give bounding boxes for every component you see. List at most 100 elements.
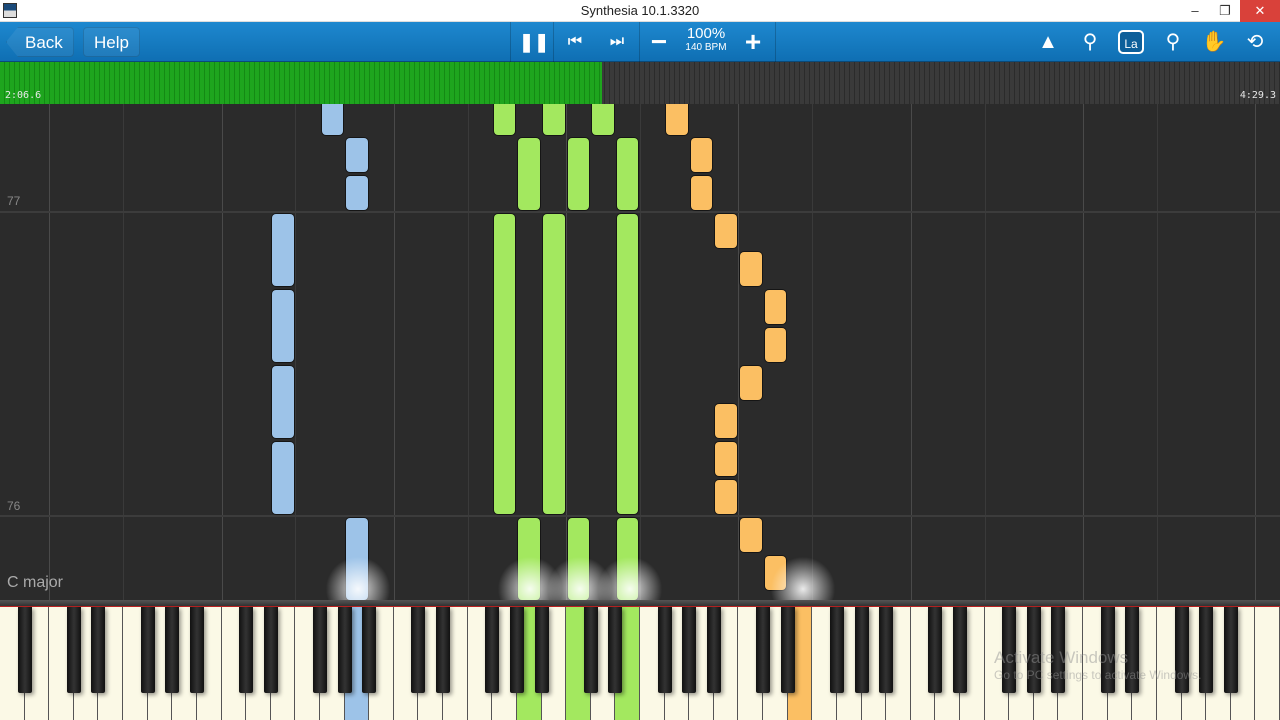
grid-line: [394, 104, 395, 600]
help-button[interactable]: Help: [83, 27, 140, 57]
black-key[interactable]: [485, 607, 500, 693]
black-key[interactable]: [534, 607, 549, 693]
divider: [775, 22, 776, 62]
black-key[interactable]: [140, 607, 155, 693]
black-key[interactable]: [165, 607, 180, 693]
black-key[interactable]: [411, 607, 426, 693]
note-green: [592, 104, 614, 135]
black-key[interactable]: [436, 607, 451, 693]
black-key[interactable]: [583, 607, 598, 693]
note-blue: [346, 138, 368, 173]
note-orange: [715, 442, 737, 477]
note-blue: [272, 442, 294, 515]
black-key[interactable]: [313, 607, 327, 693]
grid-line: [738, 104, 739, 600]
black-key[interactable]: [608, 607, 623, 693]
bookmark-icon[interactable]: ⚲: [1160, 30, 1186, 54]
black-key[interactable]: [1223, 607, 1238, 693]
black-key[interactable]: [706, 607, 721, 693]
note-label-icon[interactable]: La: [1118, 30, 1144, 54]
black-key[interactable]: [928, 607, 943, 693]
progress-fill: [0, 62, 602, 104]
grid-line: [468, 104, 469, 600]
watermark-title: Activate Windows: [994, 648, 1129, 667]
note-green: [567, 138, 590, 211]
minimize-button[interactable]: –: [1180, 0, 1210, 22]
close-button[interactable]: ✕: [1240, 0, 1280, 22]
faster-icon[interactable]: +: [740, 28, 766, 56]
black-key[interactable]: [189, 607, 204, 693]
black-key[interactable]: [780, 607, 795, 693]
note-orange: [715, 404, 737, 439]
grid-line: [1157, 104, 1158, 600]
grid-line: [49, 104, 50, 600]
note-orange: [739, 518, 762, 553]
previous-icon[interactable]: ⏮: [562, 30, 588, 54]
black-key[interactable]: [854, 607, 869, 693]
slower-icon[interactable]: −: [646, 28, 672, 56]
hand-icon[interactable]: ✋: [1201, 30, 1227, 54]
song-progress-bar[interactable]: 2:06.6 4:29.3: [0, 62, 1280, 104]
note-green: [493, 104, 516, 135]
grid-line: [222, 104, 223, 600]
keyboard-rail: [0, 600, 1280, 607]
key-glow: [595, 554, 665, 600]
note-orange: [690, 176, 713, 211]
black-key[interactable]: [239, 607, 254, 693]
black-key[interactable]: [953, 607, 967, 693]
white-key[interactable]: [1255, 607, 1280, 720]
measure-line: [0, 515, 1280, 517]
black-key[interactable]: [263, 607, 278, 693]
grid-line: [1083, 104, 1084, 600]
restore-button[interactable]: ❐: [1210, 0, 1240, 22]
note-blue: [346, 176, 368, 211]
current-time: 2:06.6: [5, 90, 42, 101]
note-orange: [739, 252, 762, 287]
grid-line: [812, 104, 813, 600]
key-glow: [323, 554, 393, 600]
note-green: [518, 138, 541, 211]
toolbar: Back Help ❚❚ ⏮ ⏭ − 100% 140 BPM + ▲ ⚲ La…: [0, 22, 1280, 62]
divider: [639, 22, 640, 62]
black-key[interactable]: [17, 607, 32, 693]
total-time: 4:29.3: [1239, 90, 1276, 101]
grid-line: [911, 104, 912, 600]
pause-icon[interactable]: ❚❚: [519, 30, 549, 54]
note-green: [543, 214, 565, 515]
next-icon[interactable]: ⏭: [604, 30, 630, 54]
watermark-subtitle: Go to PC settings to activate Windows.: [994, 668, 1202, 682]
zoom-icon[interactable]: ⚲: [1077, 30, 1103, 54]
speed-display: 100% 140 BPM: [680, 25, 732, 54]
note-blue: [272, 290, 294, 363]
black-key[interactable]: [362, 607, 377, 693]
note-green: [616, 214, 639, 515]
metronome-icon[interactable]: ▲: [1035, 30, 1061, 54]
black-key[interactable]: [91, 607, 106, 693]
note-playfield: 77 76 C major: [0, 104, 1280, 600]
black-key[interactable]: [657, 607, 672, 693]
measure-number: 76: [7, 499, 21, 513]
divider: [553, 22, 554, 62]
note-green: [543, 104, 565, 135]
note-orange: [690, 138, 713, 173]
activate-windows-watermark: Activate Windows Go to PC settings to ac…: [994, 648, 1201, 682]
black-key[interactable]: [879, 607, 894, 693]
note-orange: [715, 214, 737, 249]
black-key[interactable]: [337, 607, 352, 693]
black-key[interactable]: [829, 607, 844, 693]
speed-percent: 100%: [686, 25, 726, 42]
grid-line: [640, 104, 641, 600]
tempo: 140 BPM: [685, 42, 727, 53]
black-key[interactable]: [509, 607, 524, 693]
note-orange: [739, 366, 762, 401]
black-key[interactable]: [66, 607, 81, 693]
black-key[interactable]: [682, 607, 697, 693]
grid-line: [123, 104, 124, 600]
back-button[interactable]: Back: [6, 27, 74, 57]
note-orange: [666, 104, 688, 135]
loop-icon[interactable]: ⟲: [1242, 30, 1268, 54]
black-key[interactable]: [756, 607, 771, 693]
note-blue: [272, 214, 294, 287]
note-blue: [272, 366, 294, 439]
grid-line: [566, 104, 567, 600]
